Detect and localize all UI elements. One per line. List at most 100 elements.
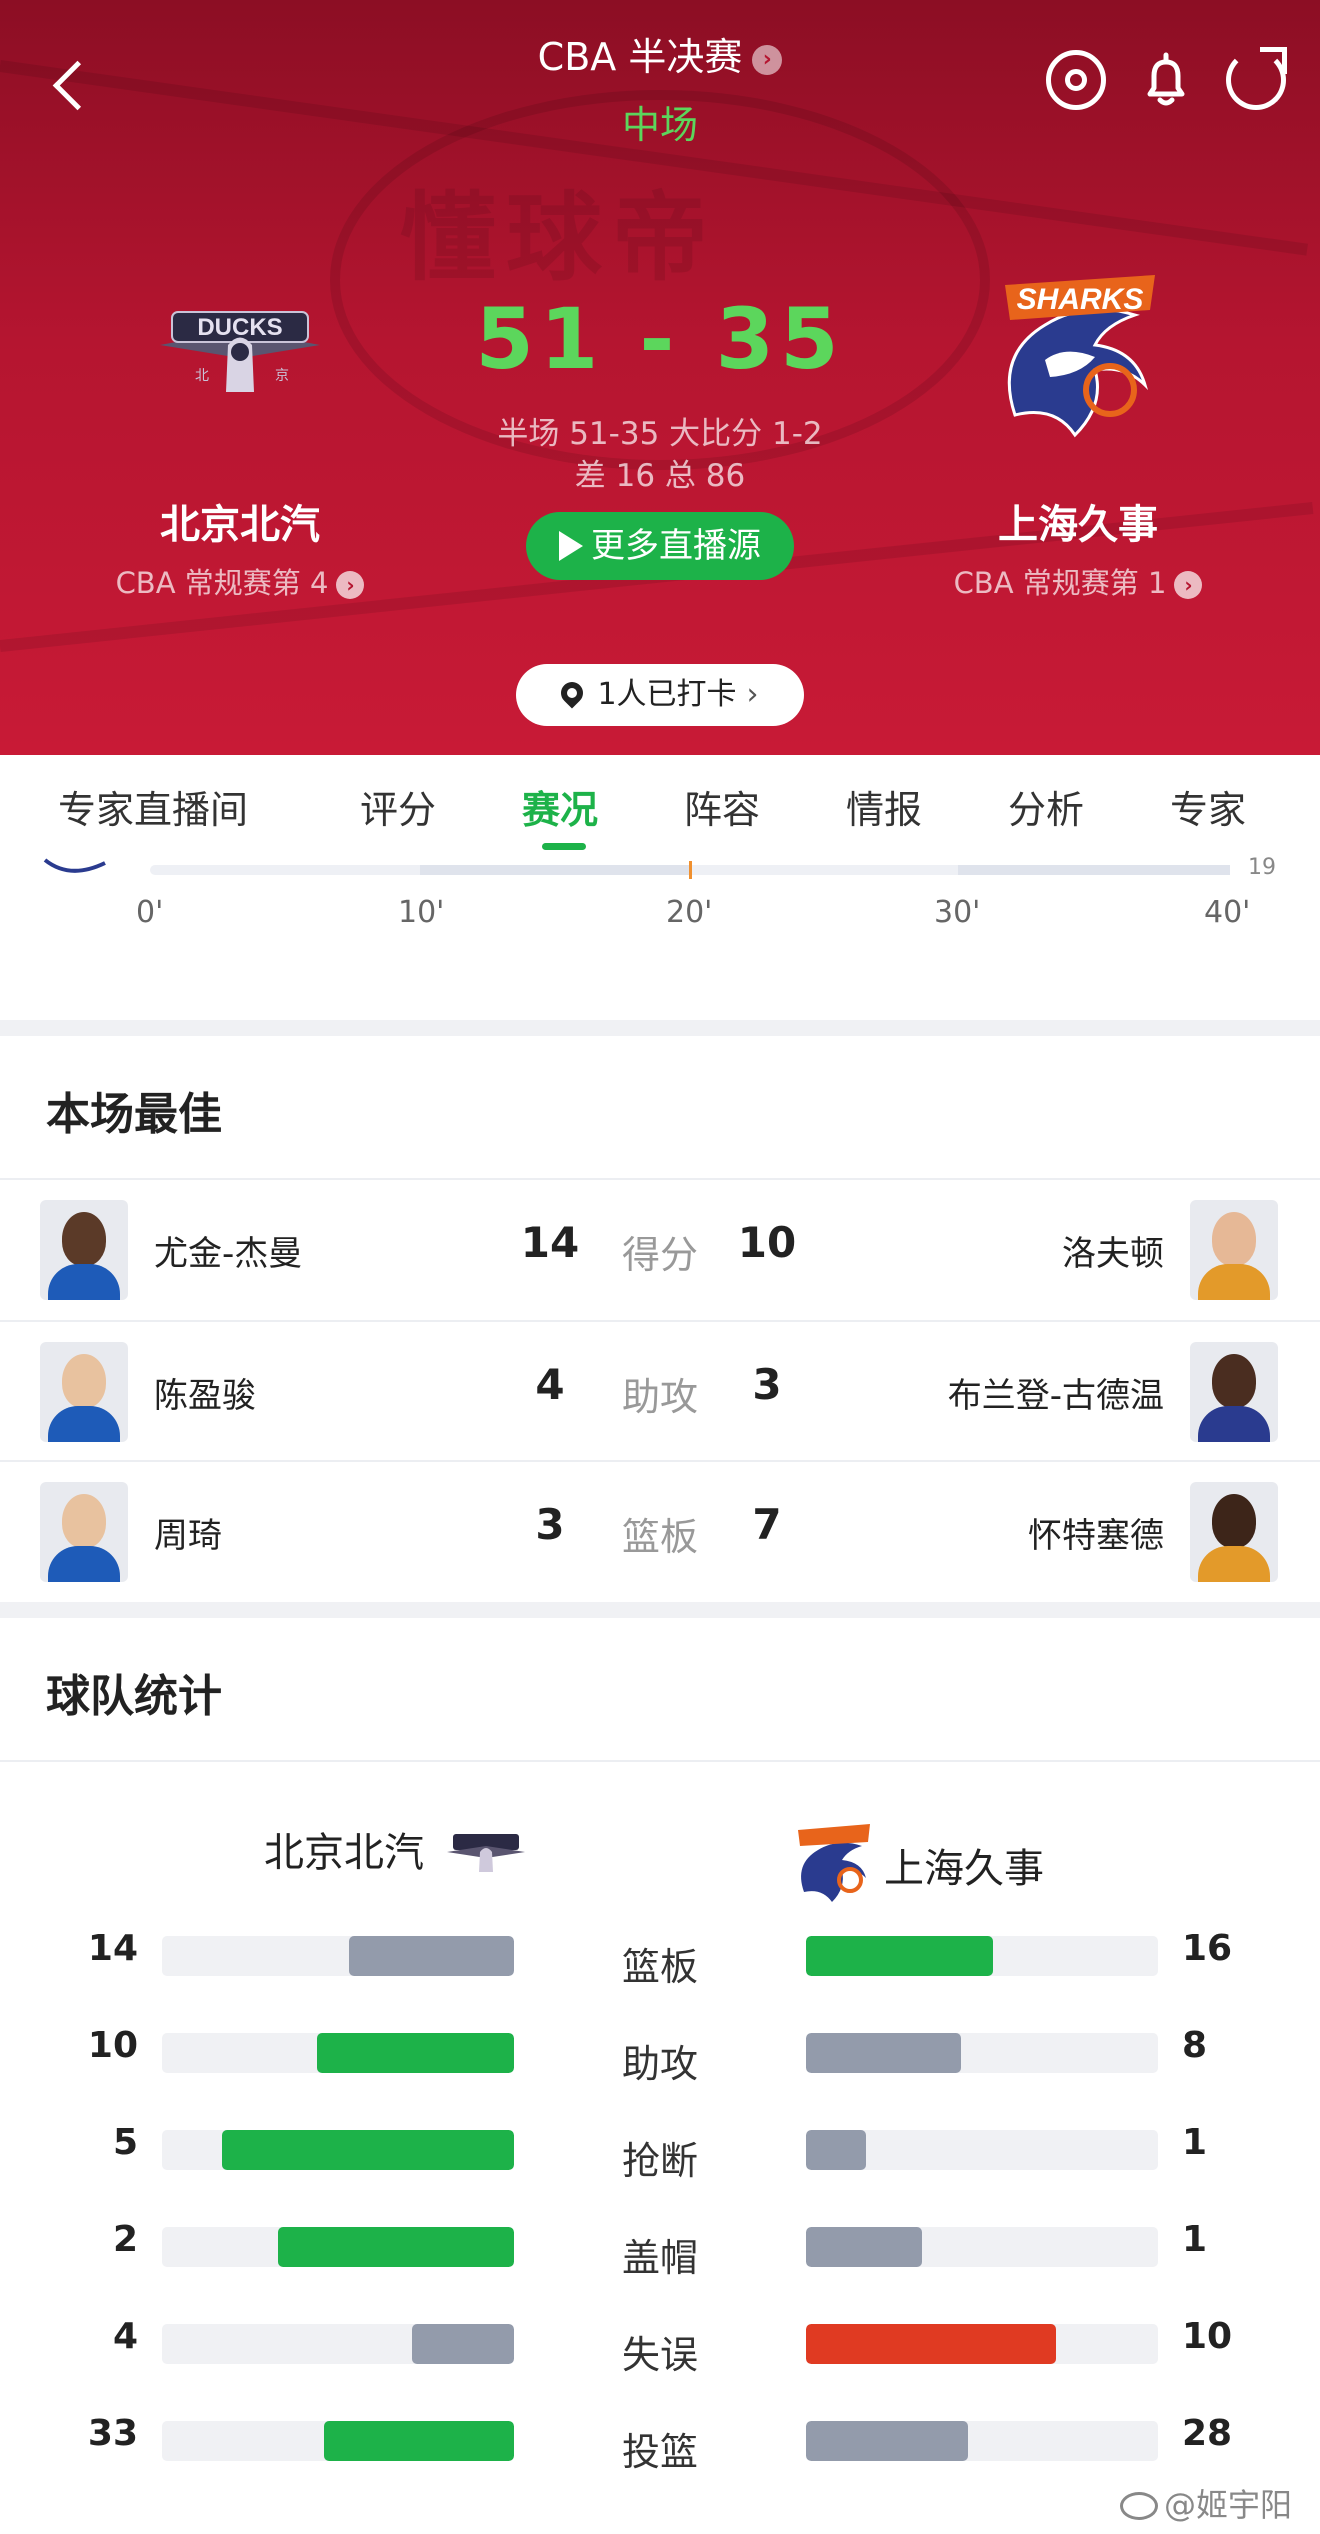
follow-target-icon[interactable] xyxy=(1046,50,1106,110)
share-icon[interactable] xyxy=(1226,47,1287,110)
home-team-rank-text: CBA 常规赛第 4 xyxy=(115,566,329,600)
timeline-tick: 0' xyxy=(136,895,164,930)
away-team-rank-text: CBA 常规赛第 1 xyxy=(953,566,1167,600)
home-stat-bar xyxy=(162,2033,514,2073)
team-stat-row: 33 投篮 28 xyxy=(0,2411,1320,2474)
timeline-segment xyxy=(420,865,690,875)
home-team-label: 北京北汽 xyxy=(264,1820,529,1878)
away-stat-value: 16 xyxy=(1182,1928,1233,1969)
halftime-summary: 半场 51-35 大比分 1-2 xyxy=(497,416,823,452)
section-divider xyxy=(0,1602,1320,1618)
divider-line xyxy=(0,1760,1320,1762)
home-stat-value: 14 xyxy=(87,1928,138,1969)
home-team-rank[interactable]: CBA 常规赛第 4 › xyxy=(60,560,420,602)
stat-category: 得分 xyxy=(621,1233,698,1277)
stat-category: 抢断 xyxy=(621,2139,698,2183)
home-stat-bar-fill xyxy=(316,2033,514,2073)
chevron-right-icon: › xyxy=(1174,571,1203,599)
active-tab-indicator xyxy=(542,843,586,850)
home-stat-bar xyxy=(162,2227,514,2267)
away-stat-value: 1 xyxy=(1182,2219,1208,2260)
home-stat-bar xyxy=(162,2130,514,2170)
checkin-button[interactable]: 1人已打卡 › xyxy=(516,664,804,726)
home-stat-value: 4 xyxy=(535,1360,565,1409)
home-player-avatar xyxy=(40,1200,128,1300)
away-stat-bar xyxy=(806,2033,1158,2073)
hero-watermark: 懂球帝 xyxy=(400,182,718,294)
match-status: 中场 xyxy=(621,103,698,147)
away-team-rank[interactable]: CBA 常规赛第 1 › xyxy=(898,560,1258,602)
best-row-points[interactable]: 尤金-杰曼 14 得分 10 洛夫顿 xyxy=(0,1180,1320,1320)
location-pin-icon xyxy=(556,677,589,709)
tab-ratings[interactable]: 评分 xyxy=(360,779,436,834)
away-team-label-text: 上海久事 xyxy=(884,1846,1044,1892)
team-stats-title: 球队统计 xyxy=(46,1671,222,1722)
stat-category: 助攻 xyxy=(621,2042,698,2086)
best-players-title: 本场最佳 xyxy=(46,1089,222,1140)
stat-category: 助攻 xyxy=(621,1375,698,1419)
chevron-right-icon: › xyxy=(746,677,759,712)
away-player-name: 布兰登-古德温 xyxy=(947,1376,1164,1416)
away-player-avatar xyxy=(1190,1342,1278,1442)
credit-text: @姬宇阳 xyxy=(1164,2486,1293,2524)
stat-category: 盖帽 xyxy=(621,2236,698,2280)
tab-match-status[interactable]: 赛况 xyxy=(522,779,598,834)
chevron-right-icon: › xyxy=(336,571,365,599)
away-stat-bar xyxy=(806,2421,1158,2461)
home-stat-value: 33 xyxy=(87,2413,138,2454)
away-team-mini-logo xyxy=(798,1824,870,1902)
stat-category: 失误 xyxy=(621,2333,698,2377)
timeline-tick: 40' xyxy=(1204,895,1251,930)
team-stat-row: 2 盖帽 1 xyxy=(0,2217,1320,2280)
home-player-avatar xyxy=(40,1342,128,1442)
home-stat-value: 10 xyxy=(87,2025,138,2066)
away-stat-bar xyxy=(806,2130,1158,2170)
away-stat-bar-fill xyxy=(806,1936,993,1976)
best-row-assists[interactable]: 陈盈骏 4 助攻 3 布兰登-古德温 xyxy=(0,1322,1320,1462)
home-stat-value: 4 xyxy=(112,2316,138,2357)
home-team-name[interactable]: 北京北汽 xyxy=(60,492,420,550)
timeline-tick: 30' xyxy=(934,895,981,930)
away-stat-bar-fill xyxy=(806,2033,961,2073)
timeline-tick: 20' xyxy=(666,895,713,930)
more-live-sources-button[interactable]: 更多直播源 xyxy=(526,512,794,580)
away-player-avatar xyxy=(1190,1482,1278,1582)
away-stat-bar-fill xyxy=(806,2421,968,2461)
tab-intel[interactable]: 情报 xyxy=(846,779,922,834)
timeline-current-marker xyxy=(689,861,692,879)
home-stat-value: 3 xyxy=(535,1500,565,1549)
weibo-icon xyxy=(1120,2492,1158,2520)
stat-category: 篮板 xyxy=(621,1515,698,1559)
away-stat-value: 10 xyxy=(737,1218,797,1267)
away-stat-value: 7 xyxy=(752,1500,782,1549)
team-stat-row: 10 助攻 8 xyxy=(0,2023,1320,2086)
away-stat-bar xyxy=(806,2324,1158,2364)
away-team-name[interactable]: 上海久事 xyxy=(898,492,1258,550)
home-stat-bar-fill xyxy=(278,2227,514,2267)
home-stat-bar xyxy=(162,1936,514,1976)
checkin-label: 1人已打卡 xyxy=(597,677,737,712)
home-player-name: 陈盈骏 xyxy=(154,1376,256,1416)
home-stat-value: 14 xyxy=(520,1218,580,1267)
bell-icon[interactable] xyxy=(1136,50,1196,110)
tab-bar: 专家直播间 评分 赛况 阵容 情报 分析 专家 xyxy=(0,755,1320,855)
home-stat-bar-fill xyxy=(348,1936,514,1976)
league-title[interactable]: CBA 半决赛 › xyxy=(0,26,1320,81)
chevron-right-icon: › xyxy=(752,44,783,75)
away-stat-value: 10 xyxy=(1182,2316,1233,2357)
home-stat-bar-fill xyxy=(411,2324,514,2364)
home-player-name: 周琦 xyxy=(154,1516,222,1556)
match-header: 懂球帝 CBA 半决赛 › 中场 DUCKS 北 京 北京北汽 CBA 常规赛第 … xyxy=(0,0,1320,755)
tab-analysis[interactable]: 分析 xyxy=(1008,779,1084,834)
tab-experts[interactable]: 专家 xyxy=(1170,779,1246,834)
home-player-avatar xyxy=(40,1482,128,1582)
home-stat-bar-fill xyxy=(323,2421,514,2461)
timeline-right-value: 19 xyxy=(1248,855,1276,880)
section-divider xyxy=(0,1020,1320,1036)
best-row-rebounds[interactable]: 周琦 3 篮板 7 怀特塞德 xyxy=(0,1462,1320,1602)
game-timeline: 19 0' 10' 20' 30' 40' xyxy=(0,855,1320,1020)
team-stat-row: 4 失误 10 xyxy=(0,2314,1320,2377)
tab-expert-live[interactable]: 专家直播间 xyxy=(58,779,248,834)
home-stat-bar-fill xyxy=(221,2130,514,2170)
tab-lineup[interactable]: 阵容 xyxy=(684,779,760,834)
